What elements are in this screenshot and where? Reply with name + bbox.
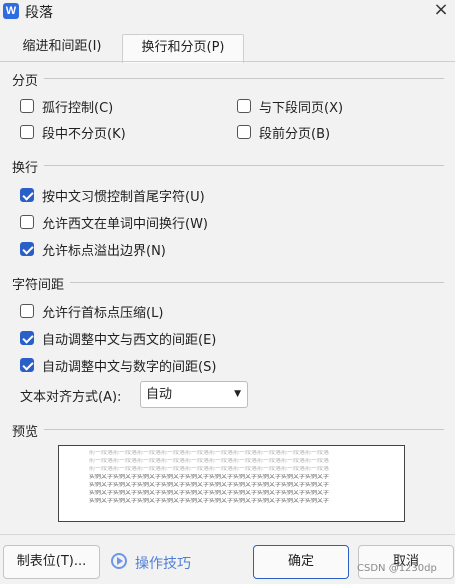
preview-sample-line: 实例文字实例文字实例文字实例文字实例文字实例文字实例文字实例文字实例文字实例文字 bbox=[89, 474, 330, 480]
dropdown-arrow-icon: ▼ bbox=[234, 389, 241, 399]
auto-cn-digit-checkbox[interactable] bbox=[20, 358, 34, 372]
allow-punct-overflow-option[interactable]: 允许标点溢出边界(N) bbox=[20, 239, 166, 259]
footer-divider bbox=[0, 534, 455, 535]
group-divider bbox=[70, 282, 444, 283]
allow-latin-wrap-checkbox[interactable] bbox=[20, 215, 34, 229]
allow-punct-overflow-checkbox[interactable] bbox=[20, 242, 34, 256]
preview-pane: 前一段落前一段落前一段落前一段落前一段落前一段落前一段落前一段落前一段落前一段落… bbox=[58, 445, 405, 522]
auto-cn-latin-label: 自动调整中文与西文的间距(E) bbox=[42, 332, 217, 348]
keep-with-next-label: 与下段同页(X) bbox=[259, 100, 344, 116]
preview-sample-line: 实例文字实例文字实例文字实例文字实例文字实例文字实例文字实例文字实例文字实例文字 bbox=[89, 490, 330, 496]
page-break-before-option[interactable]: 段前分页(B) bbox=[237, 122, 330, 142]
auto-cn-latin-option[interactable]: 自动调整中文与西文的间距(E) bbox=[20, 328, 216, 348]
chinese-rules-option[interactable]: 按中文习惯控制首尾字符(U) bbox=[20, 185, 205, 205]
preview-sample-line: 实例文字实例文字实例文字实例文字实例文字实例文字实例文字实例文字实例文字实例文字 bbox=[89, 482, 330, 488]
play-circle-icon[interactable] bbox=[111, 553, 127, 569]
auto-cn-digit-label: 自动调整中文与数字的间距(S) bbox=[42, 359, 217, 375]
close-icon[interactable]: × bbox=[431, 0, 451, 20]
text-alignment-label: 文本对齐方式(A): bbox=[20, 390, 122, 405]
allow-latin-wrap-label: 允许西文在单词中间换行(W) bbox=[42, 216, 208, 232]
auto-cn-latin-checkbox[interactable] bbox=[20, 331, 34, 345]
allow-punct-overflow-label: 允许标点溢出边界(N) bbox=[42, 243, 166, 259]
preview-prev-paragraph-line: 前一段落前一段落前一段落前一段落前一段落前一段落前一段落前一段落前一段落前一段落 bbox=[89, 450, 330, 456]
compress-punct-label: 允许行首标点压缩(L) bbox=[42, 305, 164, 321]
dialog-title: 段落 bbox=[25, 5, 53, 21]
chinese-rules-checkbox[interactable] bbox=[20, 188, 34, 202]
tab-indent-spacing[interactable]: 缩进和间距(I) bbox=[8, 34, 116, 62]
keep-with-next-option[interactable]: 与下段同页(X) bbox=[237, 96, 343, 116]
chinese-rules-label: 按中文习惯控制首尾字符(U) bbox=[42, 189, 205, 205]
auto-cn-digit-option[interactable]: 自动调整中文与数字的间距(S) bbox=[20, 355, 216, 375]
widow-control-option[interactable]: 孤行控制(C) bbox=[20, 96, 113, 116]
group-divider bbox=[44, 165, 444, 166]
group-pagination-header: 分页 bbox=[12, 74, 39, 89]
ok-button[interactable]: 确定 bbox=[253, 545, 349, 579]
group-divider bbox=[44, 429, 444, 430]
tab-divider bbox=[0, 61, 455, 62]
compress-punct-checkbox[interactable] bbox=[20, 304, 34, 318]
text-alignment-select[interactable]: 自动 ▼ bbox=[140, 381, 248, 408]
tips-link[interactable]: 操作技巧 bbox=[135, 553, 191, 573]
keep-lines-together-label: 段中不分页(K) bbox=[42, 126, 126, 142]
title-bar: W 段落 × bbox=[0, 0, 455, 32]
widow-control-checkbox[interactable] bbox=[20, 99, 34, 113]
group-char-spacing-header: 字符间距 bbox=[12, 278, 65, 293]
group-line-break-header: 换行 bbox=[12, 161, 39, 176]
compress-punct-option[interactable]: 允许行首标点压缩(L) bbox=[20, 301, 163, 321]
wps-writer-icon: W bbox=[3, 3, 19, 19]
preview-prev-paragraph-line: 前一段落前一段落前一段落前一段落前一段落前一段落前一段落前一段落前一段落前一段落 bbox=[89, 466, 330, 472]
page-break-before-checkbox[interactable] bbox=[237, 125, 251, 139]
allow-latin-wrap-option[interactable]: 允许西文在单词中间换行(W) bbox=[20, 212, 208, 232]
group-preview-header: 预览 bbox=[12, 425, 39, 440]
text-alignment-value: 自动 bbox=[146, 387, 173, 402]
watermark-text: CSDN @1230dp bbox=[357, 563, 437, 574]
keep-lines-together-option[interactable]: 段中不分页(K) bbox=[20, 122, 126, 142]
tab-bar: 缩进和间距(I) 换行和分页(P) bbox=[0, 34, 455, 63]
tab-line-page-breaks[interactable]: 换行和分页(P) bbox=[122, 34, 244, 63]
preview-sample-line: 实例文字实例文字实例文字实例文字实例文字实例文字实例文字实例文字实例文字实例文字 bbox=[89, 498, 330, 504]
page-break-before-label: 段前分页(B) bbox=[259, 126, 331, 142]
tab-stops-button[interactable]: 制表位(T)... bbox=[3, 545, 100, 579]
preview-prev-paragraph-line: 前一段落前一段落前一段落前一段落前一段落前一段落前一段落前一段落前一段落前一段落 bbox=[89, 458, 330, 464]
group-divider bbox=[44, 78, 444, 79]
keep-lines-together-checkbox[interactable] bbox=[20, 125, 34, 139]
keep-with-next-checkbox[interactable] bbox=[237, 99, 251, 113]
widow-control-label: 孤行控制(C) bbox=[42, 100, 114, 116]
